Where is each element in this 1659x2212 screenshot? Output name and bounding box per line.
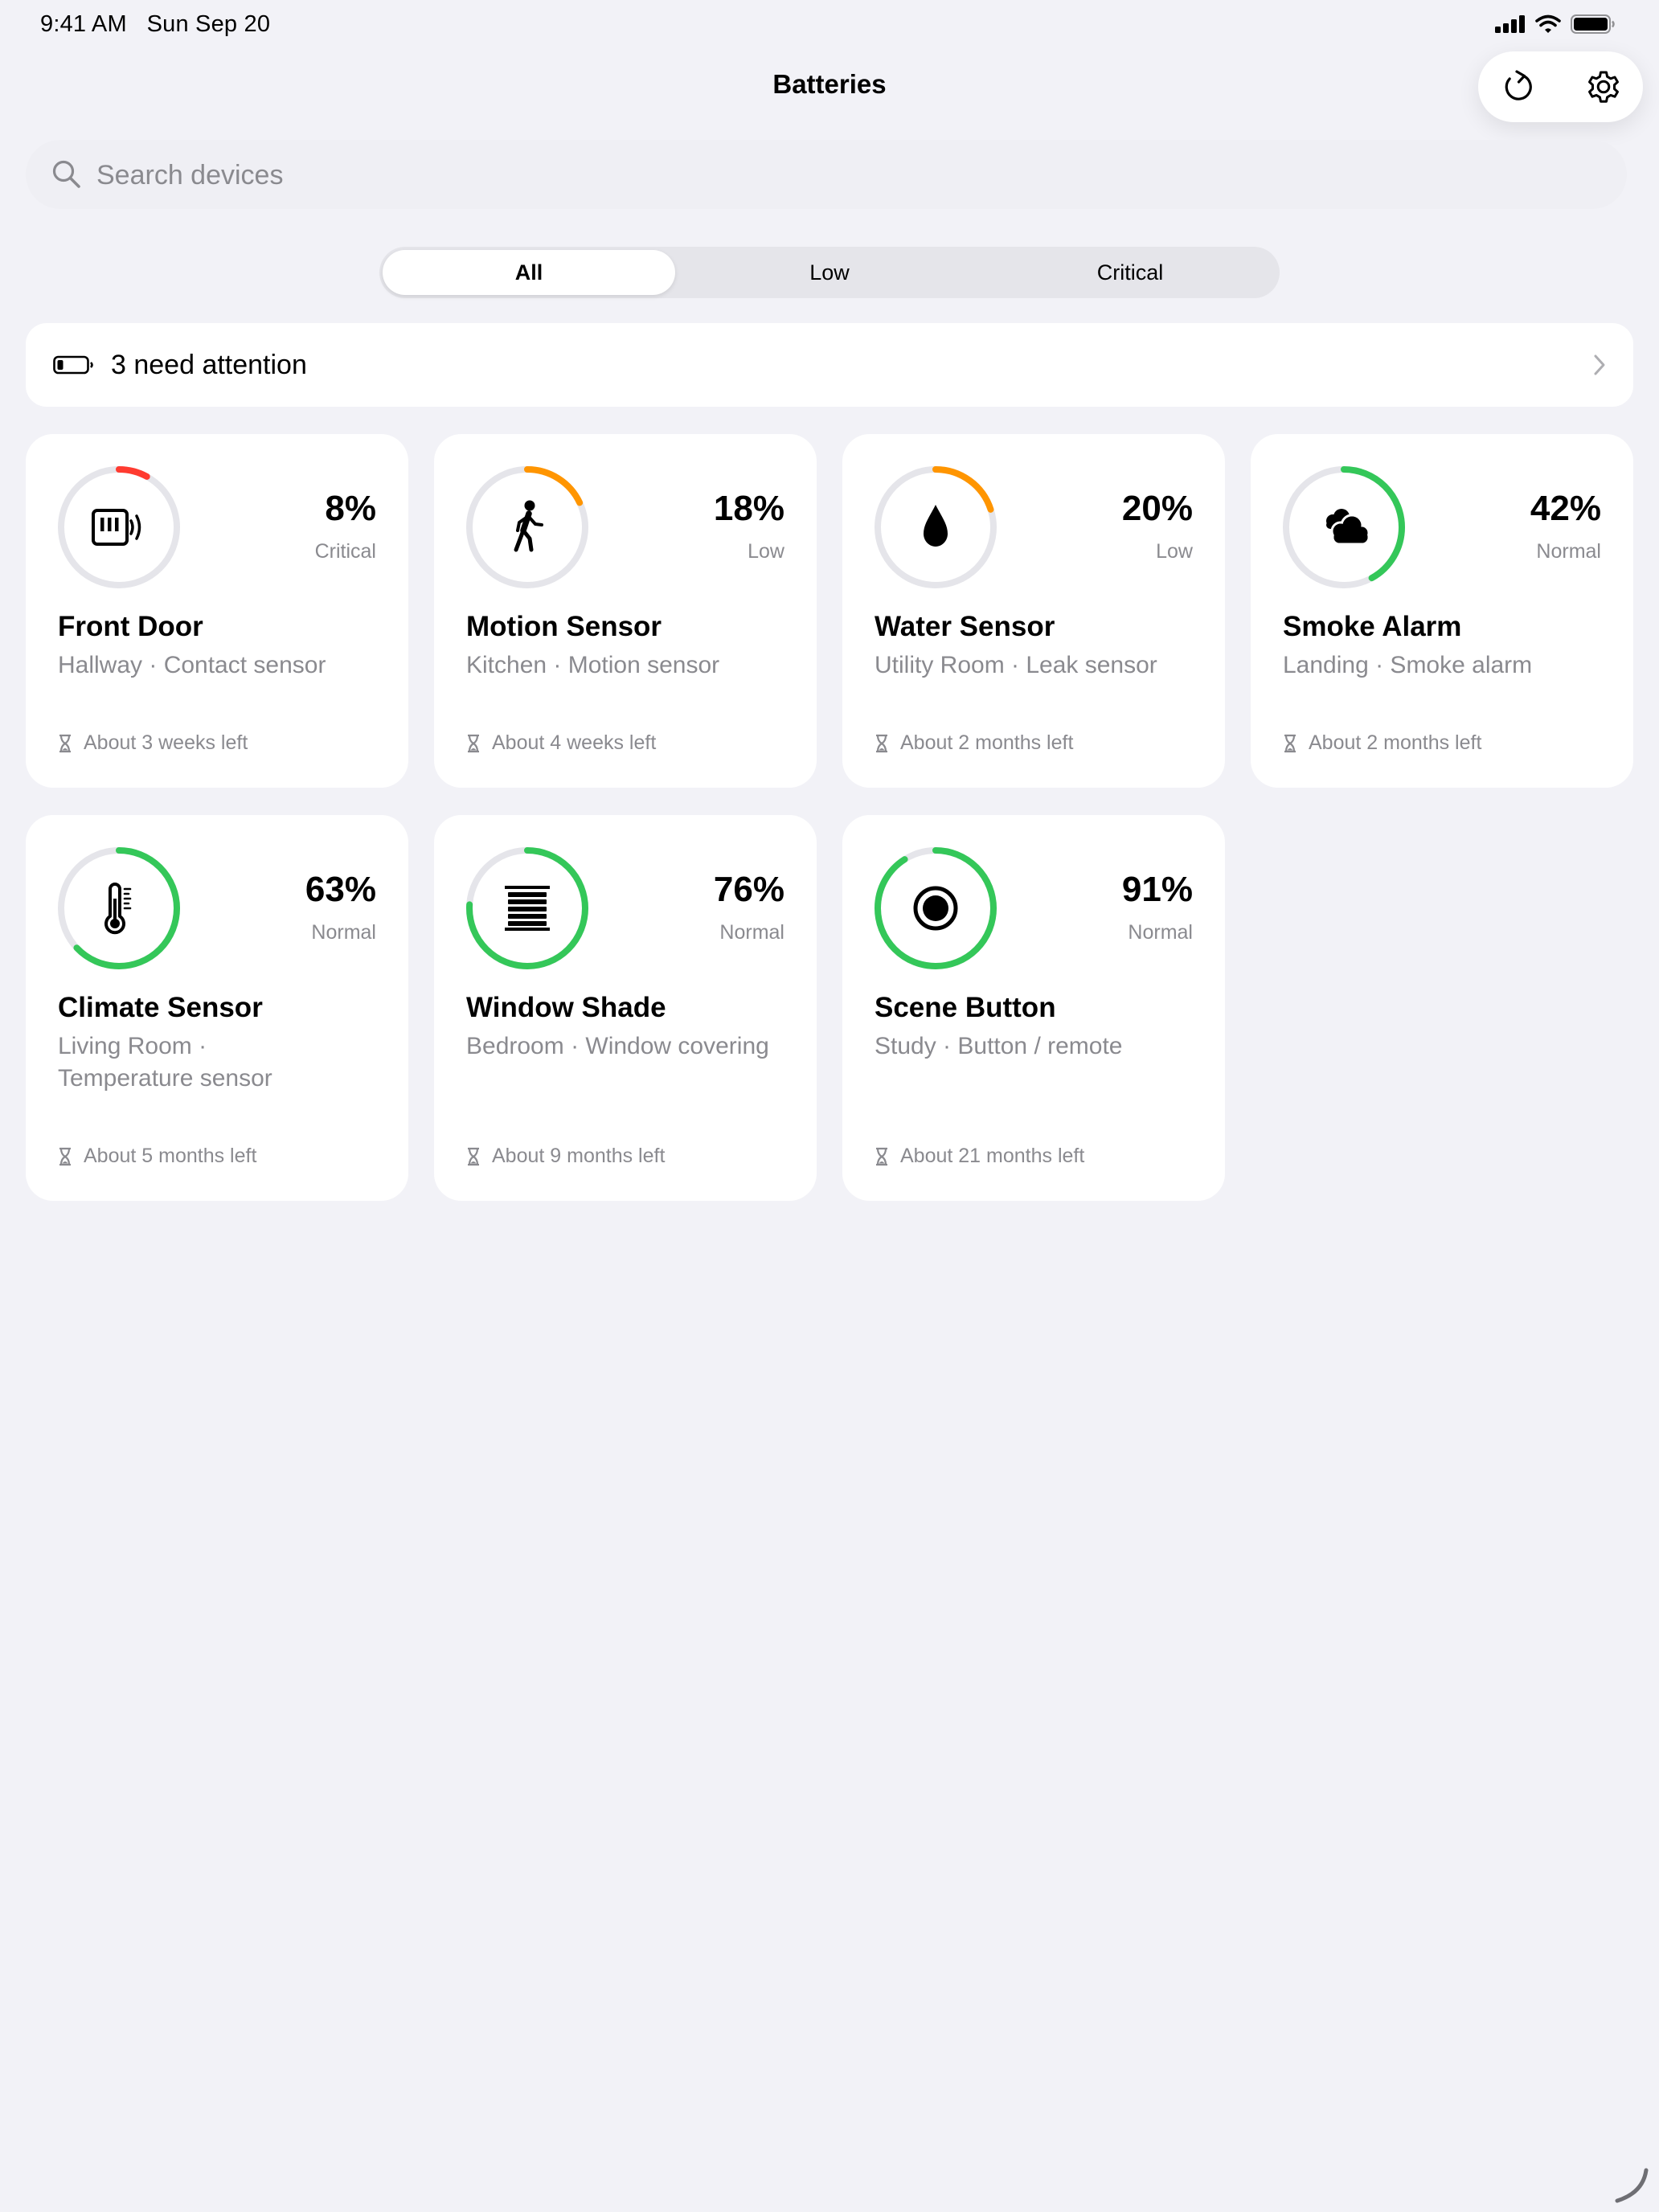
device-name: Front Door	[58, 611, 203, 642]
search-input[interactable]	[95, 151, 1593, 199]
attention-label: 3 need attention	[111, 350, 307, 380]
hourglass-icon	[468, 734, 479, 752]
time-remaining-label: About 4 weeks left	[492, 731, 657, 754]
hourglass-icon	[468, 1147, 479, 1165]
device-name: Climate Sensor	[58, 992, 263, 1023]
corner-grabber-icon[interactable]	[1611, 2165, 1651, 2206]
time-remaining: About 2 months left	[1283, 731, 1481, 755]
device-name: Water Sensor	[875, 611, 1055, 642]
device-subtitle: Kitchen · Motion sensor	[466, 652, 720, 678]
status-bar: 9:41 AM Sun Sep 20	[0, 0, 1659, 51]
battery-status: Normal	[719, 921, 784, 944]
battery-status: Normal	[1128, 921, 1193, 944]
window-shade-icon	[505, 886, 550, 931]
thermometer-icon	[104, 883, 132, 935]
attention-row[interactable]: 3 need attention	[26, 323, 1633, 407]
refresh-icon	[1505, 70, 1532, 100]
battery-status: Critical	[314, 540, 376, 563]
battery-percent: 20%	[1121, 489, 1193, 528]
battery-percent: 76%	[713, 870, 784, 909]
low-battery-icon	[53, 355, 93, 375]
battery-percent: 18%	[713, 489, 784, 528]
scene-button-icon	[913, 886, 958, 931]
device-name: Motion Sensor	[466, 611, 662, 642]
battery-status: Low	[748, 540, 784, 563]
time-remaining: About 3 weeks left	[58, 731, 248, 755]
time-remaining: About 5 months left	[58, 1145, 256, 1168]
time-remaining: About 21 months left	[875, 1145, 1084, 1168]
device-card-smoke-alarm[interactable]: 42% Normal Smoke Alarm Landing · Smoke a…	[1251, 434, 1633, 788]
filter-critical[interactable]: Critical	[984, 250, 1276, 295]
device-name: Smoke Alarm	[1283, 611, 1462, 642]
search-icon	[52, 160, 80, 188]
device-card-water-sensor[interactable]: 20% Low Water Sensor Utility Room · Leak…	[842, 434, 1225, 788]
cellular-signal-icon	[1495, 15, 1525, 33]
battery-status-icon	[1571, 14, 1615, 34]
water-drop-icon	[924, 505, 948, 547]
device-card-front-door[interactable]: 8% Critical Front Door Hallway · Contact…	[26, 434, 408, 788]
battery-percent: 63%	[305, 870, 376, 909]
search-bar[interactable]	[26, 140, 1627, 209]
time-remaining-label: About 21 months left	[900, 1145, 1085, 1167]
device-subtitle: Hallway · Contact sensor	[58, 652, 326, 678]
page-title: Batteries	[772, 69, 887, 99]
hourglass-icon	[876, 734, 887, 752]
hourglass-icon	[876, 1147, 887, 1165]
device-subtitle: Bedroom · Window covering	[466, 1033, 769, 1059]
device-subtitle: Utility Room · Leak sensor	[875, 652, 1157, 678]
chevron-right-icon	[1594, 354, 1605, 375]
time-remaining-label: About 3 weeks left	[84, 731, 248, 754]
device-subtitle: Landing · Smoke alarm	[1283, 652, 1533, 678]
wifi-icon	[1535, 14, 1561, 33]
battery-status: Normal	[1536, 540, 1601, 563]
status-time: 9:41 AM Sun Sep 20	[40, 11, 270, 38]
time-remaining: About 9 months left	[466, 1145, 665, 1168]
time-remaining: About 2 months left	[875, 731, 1073, 755]
settings-button[interactable]	[1581, 64, 1626, 109]
gear-icon	[1588, 71, 1619, 103]
battery-percent: 8%	[325, 489, 376, 528]
device-subtitle: Study · Button / remote	[875, 1033, 1123, 1059]
status-date: Sun Sep 20	[146, 11, 271, 37]
filter-segmented-control: All Low Critical	[379, 247, 1280, 298]
device-name: Scene Button	[875, 992, 1056, 1023]
device-card-climate-sensor[interactable]: 63% Normal Climate Sensor Living Room · …	[26, 815, 408, 1201]
device-subtitle: Living Room · Temperature sensor	[58, 1033, 272, 1092]
battery-status: Low	[1156, 540, 1193, 563]
hourglass-icon	[1284, 734, 1296, 752]
device-name: Window Shade	[466, 992, 666, 1023]
battery-percent: 91%	[1121, 870, 1193, 909]
device-card-window-shade[interactable]: 76% Normal Window Shade Bedroom · Window…	[434, 815, 817, 1201]
battery-status: Normal	[311, 921, 376, 944]
contact-sensor-icon	[92, 509, 141, 546]
time-remaining-label: About 9 months left	[492, 1145, 666, 1167]
battery-percent: 42%	[1530, 489, 1601, 528]
status-icons	[1495, 14, 1616, 34]
hourglass-icon	[59, 1147, 71, 1165]
toolbar	[1478, 51, 1643, 122]
hourglass-icon	[59, 734, 71, 752]
time-remaining-label: About 2 months left	[900, 731, 1074, 754]
filter-low[interactable]: Low	[683, 250, 976, 295]
smoke-cloud-icon	[1326, 509, 1370, 546]
time-remaining: About 4 weeks left	[466, 731, 656, 755]
time-remaining-label: About 2 months left	[1309, 731, 1482, 754]
walking-person-icon	[514, 500, 543, 552]
time-remaining-label: About 5 months left	[84, 1145, 257, 1167]
device-card-scene-button[interactable]: 91% Normal Scene Button Study · Button /…	[842, 815, 1225, 1201]
filter-all[interactable]: All	[383, 250, 675, 295]
refresh-button[interactable]	[1496, 64, 1541, 109]
status-clock: 9:41 AM	[40, 11, 127, 37]
device-card-motion-sensor[interactable]: 18% Low Motion Sensor Kitchen · Motion s…	[434, 434, 817, 788]
